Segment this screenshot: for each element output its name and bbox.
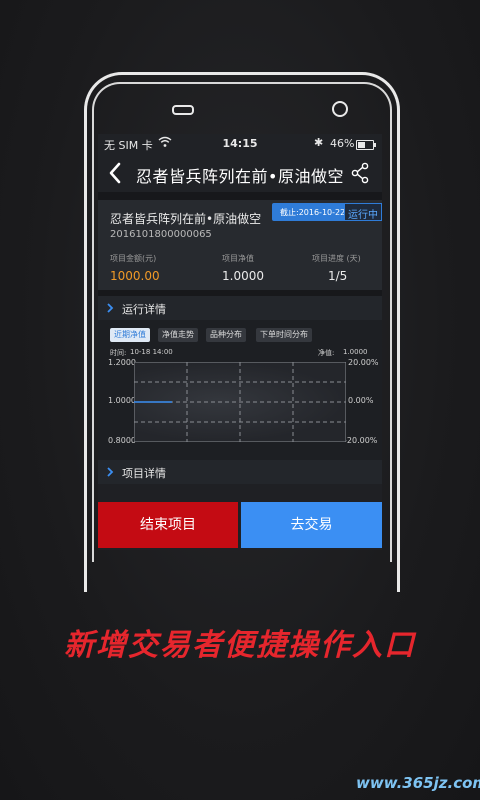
app-screen: 无 SIM 卡 14:15 ✱ 46% 忍者皆兵阵列在前•原油做空 忍者皆兵阵列…: [98, 134, 382, 550]
project-id: 2016101800000065: [110, 229, 212, 240]
battery-percent: 46%: [330, 137, 355, 150]
status-bar: 无 SIM 卡 14:15 ✱ 46%: [98, 134, 382, 154]
amount-label: 项目金额(元): [110, 254, 157, 263]
share-icon[interactable]: [350, 162, 370, 184]
nav-bar: 忍者皆兵阵列在前•原油做空: [98, 154, 382, 192]
end-project-button[interactable]: 结束项目: [98, 502, 238, 548]
phone-speaker: [172, 105, 194, 115]
status-text: 运行中: [348, 210, 378, 221]
page-title: 忍者皆兵阵列在前•原油做空: [136, 167, 344, 186]
project-summary-card: 忍者皆兵阵列在前•原油做空 2016101800000065 截止:2016-1…: [98, 200, 382, 290]
deadline-badge: 截止:2016-10-22 运行中: [272, 203, 382, 221]
y-tick-label: 1.2000: [108, 358, 136, 367]
action-bar: 结束项目 去交易: [98, 502, 382, 548]
project-details-header[interactable]: 项目详情: [98, 460, 382, 484]
project-details-label: 项目详情: [122, 467, 166, 480]
deadline-text: 截止:2016-10-22: [280, 208, 346, 217]
run-details-label: 运行详情: [122, 303, 166, 316]
y-tick-label: 0.8000: [108, 436, 136, 445]
promo-slogan: 新增交易者便捷操作入口: [64, 628, 416, 663]
time-meta-label: 时间:: [110, 349, 127, 357]
nav-label: 项目净值: [222, 254, 254, 263]
y2-tick-label: -20.00%: [344, 436, 378, 445]
nav-meta-label: 净值:: [318, 349, 335, 357]
bluetooth-icon: ✱: [314, 136, 324, 149]
time-meta-value: 10-18 14:00: [130, 348, 173, 356]
go-trade-button[interactable]: 去交易: [241, 502, 382, 548]
y2-tick-label: 0.00%: [348, 396, 374, 405]
progress-label: 项目进度 (天): [312, 254, 361, 263]
divider: [98, 192, 382, 200]
net-value-chart: [133, 361, 347, 443]
chevron-right-icon: [107, 467, 114, 477]
phone-camera: [332, 101, 348, 117]
nav-meta-value: 1.0000: [343, 348, 368, 356]
amount-value: 1000.00: [110, 269, 160, 283]
tab-variety-distribution[interactable]: 品种分布: [206, 328, 246, 342]
watermark: www.365jz.com: [356, 774, 480, 792]
run-details-header[interactable]: 运行详情: [98, 296, 382, 320]
y2-tick-label: 20.00%: [348, 358, 379, 367]
plot-area: [133, 361, 347, 443]
tab-order-time-distribution[interactable]: 下单时间分布: [256, 328, 312, 342]
nav-value: 1.0000: [222, 269, 264, 283]
tab-recent-nav[interactable]: 近期净值: [110, 328, 150, 342]
progress-value: 1/5: [328, 269, 348, 283]
chart-panel: 近期净值 净值走势 品种分布 下单时间分布 时间: 10-18 14:00 净值…: [98, 320, 382, 460]
y-tick-label: 1.0000: [108, 396, 136, 405]
chevron-right-icon: [107, 303, 114, 313]
status-badge: 运行中: [344, 203, 382, 221]
tab-nav-trend[interactable]: 净值走势: [158, 328, 198, 342]
battery-icon: [356, 140, 376, 150]
project-name: 忍者皆兵阵列在前•原油做空: [110, 212, 262, 226]
